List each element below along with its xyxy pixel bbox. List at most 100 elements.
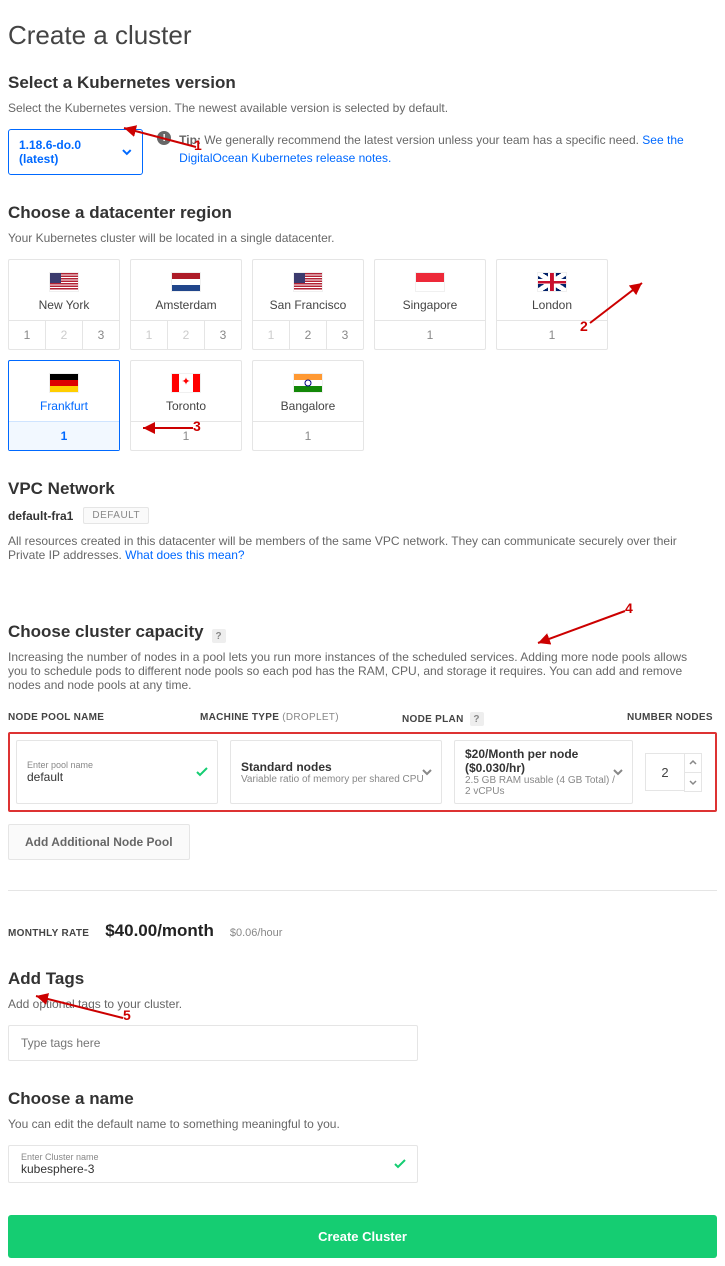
flag-icon: [171, 373, 201, 393]
default-badge: DEFAULT: [83, 507, 149, 524]
add-node-pool-button[interactable]: Add Additional Node Pool: [8, 824, 190, 860]
column-headers: NODE POOL NAME MACHINE TYPE (DROPLET) NO…: [8, 712, 717, 726]
region-numbers: 1: [131, 421, 241, 450]
tags-sub: Add optional tags to your cluster.: [8, 997, 717, 1011]
node-count-value[interactable]: 2: [645, 753, 684, 791]
region-card-new-york[interactable]: New York123: [8, 259, 120, 350]
node-plan-sub: 2.5 GB RAM usable (4 GB Total) / 2 vCPUs: [465, 775, 622, 797]
section-version: Select a Kubernetes version Select the K…: [8, 73, 717, 175]
region-number: 2: [45, 321, 82, 349]
monthly-rate: MONTHLY RATE $40.00/month $0.06/hour: [8, 921, 717, 941]
region-number[interactable]: 1: [375, 321, 485, 349]
region-card-amsterdam[interactable]: Amsterdam 123: [130, 259, 242, 350]
region-number[interactable]: 2: [289, 321, 326, 349]
vpc-heading: VPC Network: [8, 479, 717, 499]
vpc-desc: All resources created in this datacenter…: [8, 534, 717, 562]
region-name: Amsterdam: [131, 298, 241, 312]
region-number: 2: [167, 321, 204, 349]
region-number[interactable]: 1: [9, 321, 45, 349]
tags-heading: Add Tags: [8, 969, 717, 989]
version-heading: Select a Kubernetes version: [8, 73, 717, 93]
col-machine: MACHINE TYPE (DROPLET): [200, 712, 390, 726]
name-heading: Choose a name: [8, 1089, 717, 1109]
region-numbers: 1: [9, 421, 119, 450]
region-name: London: [497, 298, 607, 312]
check-icon: [393, 1157, 407, 1171]
region-number[interactable]: 3: [326, 321, 363, 349]
divider: [8, 890, 717, 891]
region-name: San Francisco: [253, 298, 363, 312]
col-name: NODE POOL NAME: [8, 712, 188, 726]
chevron-down-icon: [421, 766, 433, 778]
region-sub: Your Kubernetes cluster will be located …: [8, 231, 717, 245]
pool-name-field[interactable]: Enter pool name default: [16, 740, 218, 804]
region-card-bangalore[interactable]: Bangalore 1: [252, 360, 364, 451]
region-name: Singapore: [375, 298, 485, 312]
chevron-down-icon: [612, 766, 624, 778]
annotation-4: 4: [625, 600, 633, 616]
machine-type-sub: Variable ratio of memory per shared CPU: [241, 774, 431, 785]
flag-icon: [49, 373, 79, 393]
region-card-toronto[interactable]: Toronto 1: [130, 360, 242, 451]
region-card-london[interactable]: London 1: [496, 259, 608, 350]
vpc-name: default-fra1: [8, 509, 73, 523]
capacity-heading: Choose cluster capacity: [8, 622, 204, 642]
check-icon: [195, 765, 209, 779]
chevron-down-icon: [688, 777, 698, 787]
name-sub: You can edit the default name to somethi…: [8, 1117, 717, 1131]
page-title: Create a cluster: [8, 20, 717, 51]
region-number[interactable]: 1: [9, 422, 119, 450]
vpc-help-link[interactable]: What does this mean?: [125, 548, 244, 562]
chevron-down-icon: [121, 146, 133, 158]
region-name: Toronto: [131, 399, 241, 413]
help-icon[interactable]: ?: [470, 712, 484, 726]
section-region: Choose a datacenter region Your Kubernet…: [8, 203, 717, 451]
region-numbers: 1: [497, 320, 607, 349]
tip-text: We generally recommend the latest versio…: [201, 133, 642, 147]
col-plan: NODE PLAN?: [402, 712, 615, 726]
version-select[interactable]: 1.18.6-do.0 (latest): [8, 129, 143, 175]
region-card-singapore[interactable]: Singapore 1: [374, 259, 486, 350]
machine-type-value: Standard nodes: [241, 760, 431, 774]
region-number[interactable]: 1: [253, 422, 363, 450]
step-down-button[interactable]: [684, 773, 702, 792]
node-plan-value: $20/Month per node ($0.030/hr): [465, 747, 622, 775]
machine-type-select[interactable]: Standard nodes Variable ratio of memory …: [230, 740, 442, 804]
flag-icon: [49, 272, 79, 292]
region-number[interactable]: 1: [131, 422, 241, 450]
flag-icon: [171, 272, 201, 292]
section-capacity: Choose cluster capacity ? Increasing the…: [8, 622, 717, 941]
version-tip: ! Tip: We generally recommend the latest…: [157, 129, 717, 167]
region-name: Bangalore: [253, 399, 363, 413]
region-numbers: 123: [9, 320, 119, 349]
cluster-name-value: kubesphere-3: [21, 1162, 94, 1176]
region-number: 1: [131, 321, 167, 349]
region-card-frankfurt[interactable]: Frankfurt 1: [8, 360, 120, 451]
region-numbers: 123: [253, 320, 363, 349]
tags-input[interactable]: [8, 1025, 418, 1061]
node-pool-row: Enter pool name default Standard nodes V…: [8, 732, 717, 812]
rate-sub: $0.06/hour: [230, 927, 283, 939]
info-icon: !: [157, 131, 171, 145]
region-card-san-francisco[interactable]: San Francisco 123: [252, 259, 364, 350]
flag-icon: [415, 272, 445, 292]
region-number[interactable]: 3: [204, 321, 241, 349]
node-count-stepper[interactable]: 2: [645, 740, 709, 804]
flag-icon: [537, 272, 567, 292]
rate-label: MONTHLY RATE: [8, 928, 89, 939]
region-numbers: 1: [253, 421, 363, 450]
chevron-up-icon: [688, 758, 698, 768]
step-up-button[interactable]: [684, 753, 702, 773]
regions-grid: New York123Amsterdam123San Francisco123S…: [8, 259, 717, 451]
region-name: Frankfurt: [9, 399, 119, 413]
capacity-desc: Increasing the number of nodes in a pool…: [8, 650, 698, 692]
create-cluster-button[interactable]: Create Cluster: [8, 1215, 717, 1258]
col-nodes: NUMBER NODES: [627, 712, 717, 726]
tip-prefix: Tip:: [179, 133, 201, 147]
cluster-name-field[interactable]: Enter Cluster name kubesphere-3: [8, 1145, 418, 1183]
help-icon[interactable]: ?: [212, 629, 226, 643]
pool-name-value: default: [27, 770, 207, 784]
node-plan-select[interactable]: $20/Month per node ($0.030/hr) 2.5 GB RA…: [454, 740, 633, 804]
region-number[interactable]: 3: [82, 321, 119, 349]
region-number[interactable]: 1: [497, 321, 607, 349]
